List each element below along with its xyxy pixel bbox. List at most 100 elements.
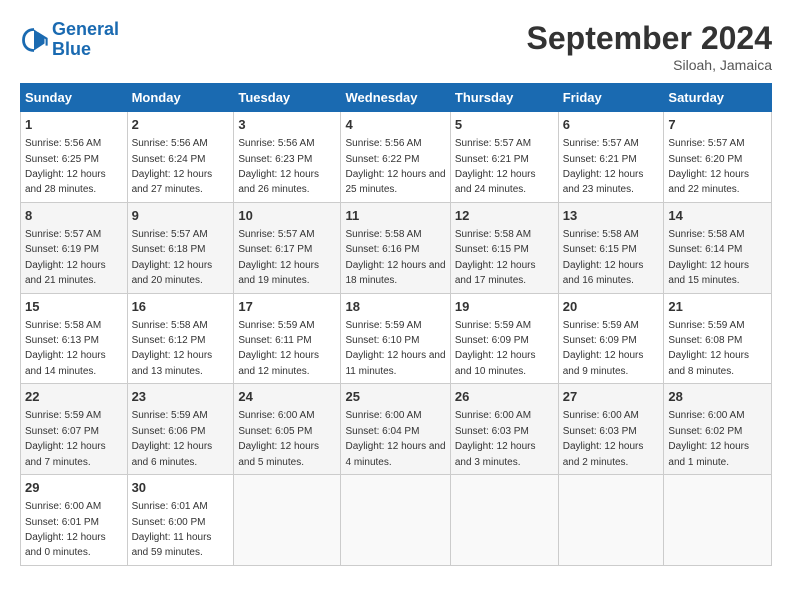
day-cell: 7 Sunrise: 5:57 AMSunset: 6:20 PMDayligh…: [664, 112, 772, 203]
day-number: 8: [25, 207, 123, 225]
day-number: 28: [668, 388, 767, 406]
day-info: Sunrise: 5:59 AMSunset: 6:10 PMDaylight:…: [345, 320, 445, 377]
day-number: 17: [238, 298, 336, 316]
day-info: Sunrise: 6:00 AMSunset: 6:01 PMDaylight:…: [25, 501, 106, 558]
day-cell: [558, 475, 664, 566]
day-cell: [234, 475, 341, 566]
day-info: Sunrise: 5:58 AMSunset: 6:14 PMDaylight:…: [668, 229, 749, 286]
day-cell: [664, 475, 772, 566]
day-cell: 10 Sunrise: 5:57 AMSunset: 6:17 PMDaylig…: [234, 202, 341, 293]
day-cell: 18 Sunrise: 5:59 AMSunset: 6:10 PMDaylig…: [341, 293, 450, 384]
day-info: Sunrise: 5:59 AMSunset: 6:08 PMDaylight:…: [668, 320, 749, 377]
day-cell: 8 Sunrise: 5:57 AMSunset: 6:19 PMDayligh…: [21, 202, 128, 293]
logo-icon: [20, 26, 48, 54]
day-info: Sunrise: 5:57 AMSunset: 6:19 PMDaylight:…: [25, 229, 106, 286]
day-number: 23: [132, 388, 230, 406]
day-cell: 28 Sunrise: 6:00 AMSunset: 6:02 PMDaylig…: [664, 384, 772, 475]
day-cell: 15 Sunrise: 5:58 AMSunset: 6:13 PMDaylig…: [21, 293, 128, 384]
day-info: Sunrise: 5:56 AMSunset: 6:22 PMDaylight:…: [345, 138, 445, 195]
col-header-friday: Friday: [558, 84, 664, 112]
day-cell: 17 Sunrise: 5:59 AMSunset: 6:11 PMDaylig…: [234, 293, 341, 384]
day-number: 13: [563, 207, 660, 225]
day-info: Sunrise: 5:58 AMSunset: 6:12 PMDaylight:…: [132, 320, 213, 377]
day-number: 9: [132, 207, 230, 225]
day-cell: 16 Sunrise: 5:58 AMSunset: 6:12 PMDaylig…: [127, 293, 234, 384]
day-cell: 9 Sunrise: 5:57 AMSunset: 6:18 PMDayligh…: [127, 202, 234, 293]
day-cell: 6 Sunrise: 5:57 AMSunset: 6:21 PMDayligh…: [558, 112, 664, 203]
day-cell: 23 Sunrise: 5:59 AMSunset: 6:06 PMDaylig…: [127, 384, 234, 475]
day-cell: 14 Sunrise: 5:58 AMSunset: 6:14 PMDaylig…: [664, 202, 772, 293]
day-cell: 5 Sunrise: 5:57 AMSunset: 6:21 PMDayligh…: [450, 112, 558, 203]
day-info: Sunrise: 6:00 AMSunset: 6:04 PMDaylight:…: [345, 410, 445, 467]
day-info: Sunrise: 6:00 AMSunset: 6:05 PMDaylight:…: [238, 410, 319, 467]
day-info: Sunrise: 5:59 AMSunset: 6:06 PMDaylight:…: [132, 410, 213, 467]
day-number: 6: [563, 116, 660, 134]
day-number: 21: [668, 298, 767, 316]
week-row-1: 1 Sunrise: 5:56 AMSunset: 6:25 PMDayligh…: [21, 112, 772, 203]
day-cell: 27 Sunrise: 6:00 AMSunset: 6:03 PMDaylig…: [558, 384, 664, 475]
day-number: 10: [238, 207, 336, 225]
day-number: 24: [238, 388, 336, 406]
day-cell: 19 Sunrise: 5:59 AMSunset: 6:09 PMDaylig…: [450, 293, 558, 384]
day-cell: 12 Sunrise: 5:58 AMSunset: 6:15 PMDaylig…: [450, 202, 558, 293]
page-header: General Blue September 2024 Siloah, Jama…: [20, 20, 772, 73]
day-info: Sunrise: 5:57 AMSunset: 6:18 PMDaylight:…: [132, 229, 213, 286]
day-number: 27: [563, 388, 660, 406]
day-cell: 21 Sunrise: 5:59 AMSunset: 6:08 PMDaylig…: [664, 293, 772, 384]
day-cell: 1 Sunrise: 5:56 AMSunset: 6:25 PMDayligh…: [21, 112, 128, 203]
day-cell: 29 Sunrise: 6:00 AMSunset: 6:01 PMDaylig…: [21, 475, 128, 566]
day-info: Sunrise: 5:57 AMSunset: 6:21 PMDaylight:…: [563, 138, 644, 195]
day-info: Sunrise: 5:58 AMSunset: 6:15 PMDaylight:…: [455, 229, 536, 286]
week-row-4: 22 Sunrise: 5:59 AMSunset: 6:07 PMDaylig…: [21, 384, 772, 475]
day-number: 30: [132, 479, 230, 497]
day-cell: 2 Sunrise: 5:56 AMSunset: 6:24 PMDayligh…: [127, 112, 234, 203]
day-number: 15: [25, 298, 123, 316]
day-number: 16: [132, 298, 230, 316]
day-number: 20: [563, 298, 660, 316]
day-info: Sunrise: 5:57 AMSunset: 6:20 PMDaylight:…: [668, 138, 749, 195]
day-cell: 24 Sunrise: 6:00 AMSunset: 6:05 PMDaylig…: [234, 384, 341, 475]
day-cell: 30 Sunrise: 6:01 AMSunset: 6:00 PMDaylig…: [127, 475, 234, 566]
day-number: 2: [132, 116, 230, 134]
location: Siloah, Jamaica: [527, 57, 772, 73]
day-info: Sunrise: 5:57 AMSunset: 6:21 PMDaylight:…: [455, 138, 536, 195]
logo: General Blue: [20, 20, 119, 60]
col-header-thursday: Thursday: [450, 84, 558, 112]
day-cell: 13 Sunrise: 5:58 AMSunset: 6:15 PMDaylig…: [558, 202, 664, 293]
day-number: 25: [345, 388, 445, 406]
day-cell: 26 Sunrise: 6:00 AMSunset: 6:03 PMDaylig…: [450, 384, 558, 475]
day-info: Sunrise: 5:56 AMSunset: 6:23 PMDaylight:…: [238, 138, 319, 195]
day-number: 19: [455, 298, 554, 316]
day-cell: 4 Sunrise: 5:56 AMSunset: 6:22 PMDayligh…: [341, 112, 450, 203]
day-number: 22: [25, 388, 123, 406]
day-number: 5: [455, 116, 554, 134]
week-row-3: 15 Sunrise: 5:58 AMSunset: 6:13 PMDaylig…: [21, 293, 772, 384]
day-info: Sunrise: 6:01 AMSunset: 6:00 PMDaylight:…: [132, 501, 212, 558]
day-number: 18: [345, 298, 445, 316]
day-cell: [341, 475, 450, 566]
day-info: Sunrise: 6:00 AMSunset: 6:02 PMDaylight:…: [668, 410, 749, 467]
day-number: 29: [25, 479, 123, 497]
day-info: Sunrise: 5:59 AMSunset: 6:11 PMDaylight:…: [238, 320, 319, 377]
col-header-saturday: Saturday: [664, 84, 772, 112]
day-number: 11: [345, 207, 445, 225]
day-number: 4: [345, 116, 445, 134]
day-info: Sunrise: 6:00 AMSunset: 6:03 PMDaylight:…: [563, 410, 644, 467]
day-cell: [450, 475, 558, 566]
day-info: Sunrise: 5:59 AMSunset: 6:09 PMDaylight:…: [455, 320, 536, 377]
col-header-tuesday: Tuesday: [234, 84, 341, 112]
title-block: September 2024 Siloah, Jamaica: [527, 20, 772, 73]
day-info: Sunrise: 5:57 AMSunset: 6:17 PMDaylight:…: [238, 229, 319, 286]
day-number: 14: [668, 207, 767, 225]
day-info: Sunrise: 5:58 AMSunset: 6:15 PMDaylight:…: [563, 229, 644, 286]
day-number: 26: [455, 388, 554, 406]
day-info: Sunrise: 5:56 AMSunset: 6:25 PMDaylight:…: [25, 138, 106, 195]
logo-line2: Blue: [52, 39, 91, 59]
col-header-monday: Monday: [127, 84, 234, 112]
day-number: 3: [238, 116, 336, 134]
day-cell: 22 Sunrise: 5:59 AMSunset: 6:07 PMDaylig…: [21, 384, 128, 475]
day-cell: 3 Sunrise: 5:56 AMSunset: 6:23 PMDayligh…: [234, 112, 341, 203]
day-number: 1: [25, 116, 123, 134]
day-cell: 11 Sunrise: 5:58 AMSunset: 6:16 PMDaylig…: [341, 202, 450, 293]
week-row-2: 8 Sunrise: 5:57 AMSunset: 6:19 PMDayligh…: [21, 202, 772, 293]
